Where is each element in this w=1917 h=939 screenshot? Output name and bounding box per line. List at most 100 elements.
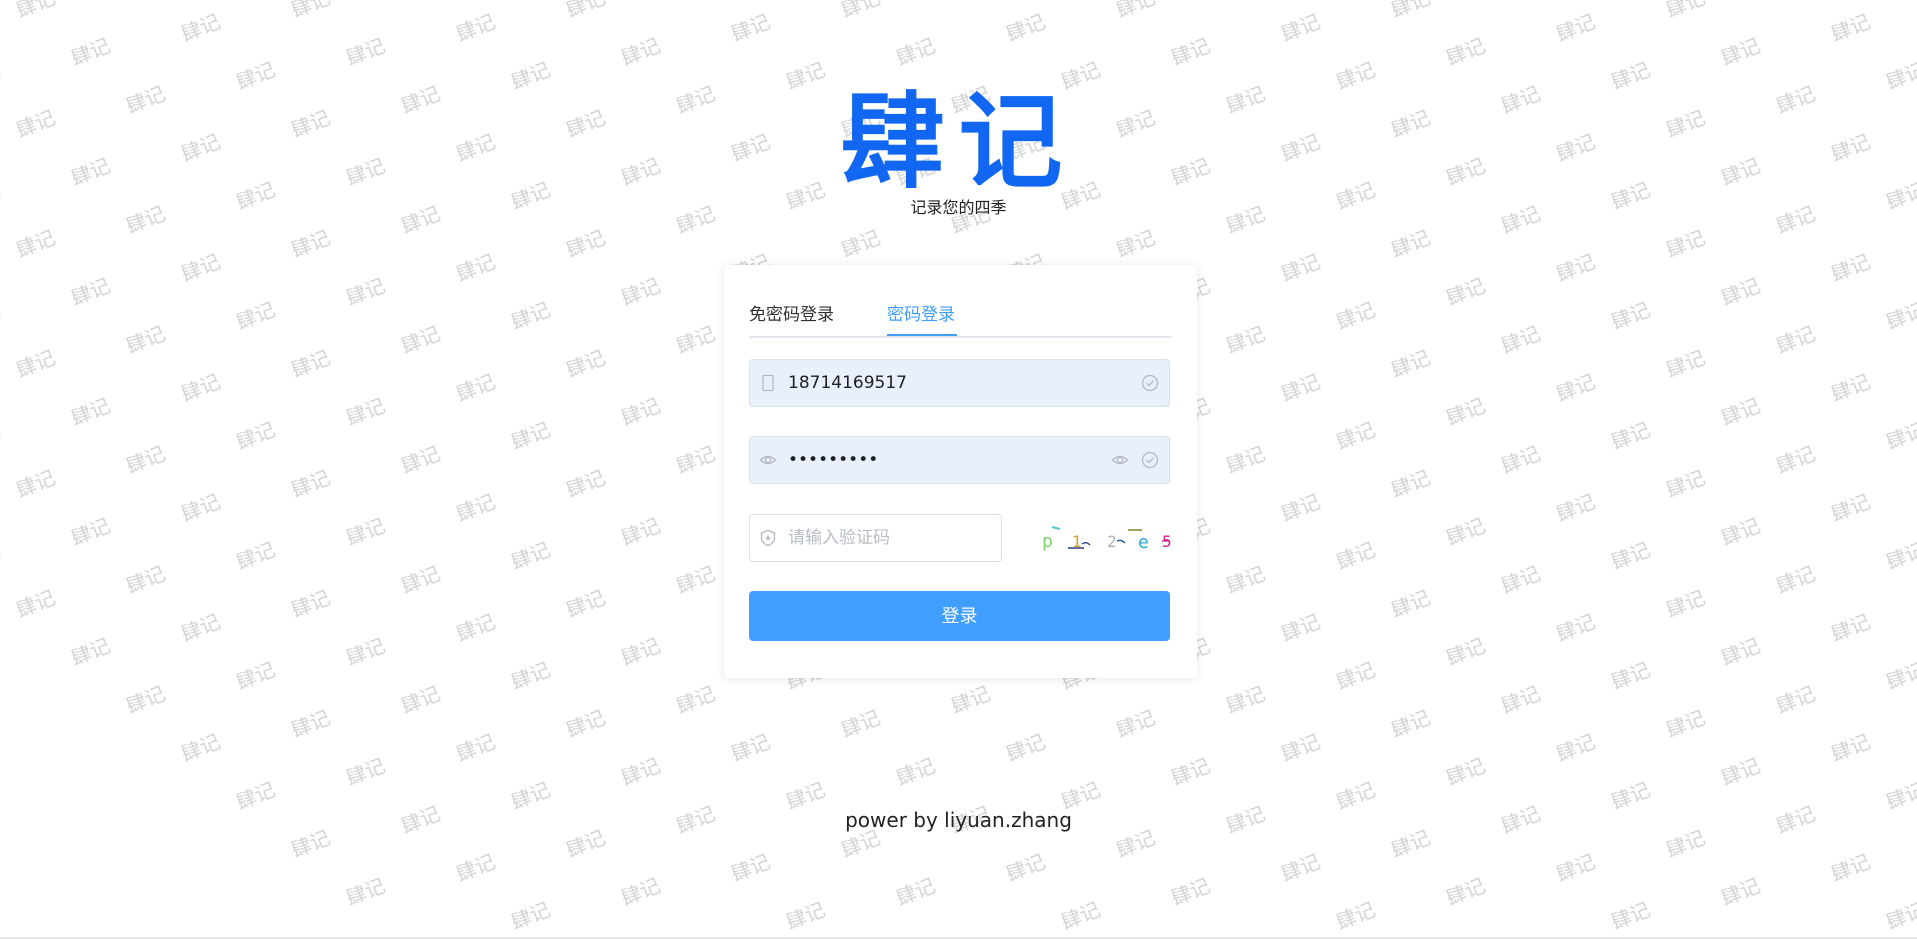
- watermark-text: 肆记: [837, 705, 884, 743]
- watermark-text: 肆记: [342, 33, 389, 71]
- password-field[interactable]: •••••••••: [749, 436, 1170, 484]
- watermark-text: 肆记: [452, 249, 499, 287]
- watermark-text: 肆记: [1717, 393, 1764, 431]
- watermark-text: 肆记: [1442, 513, 1489, 551]
- watermark-text: 肆记: [892, 33, 939, 71]
- watermark-text: 肆记: [0, 417, 4, 455]
- watermark-text: 肆记: [232, 417, 279, 455]
- watermark-text: 肆记: [1552, 249, 1599, 287]
- watermark-text: 肆记: [1662, 0, 1709, 23]
- login-button[interactable]: 登录: [749, 591, 1170, 641]
- watermark-text: 肆记: [1662, 465, 1709, 503]
- watermark-text: 肆记: [1772, 321, 1819, 359]
- svg-text:e: e: [1138, 532, 1149, 553]
- watermark-text: 肆记: [177, 249, 224, 287]
- watermark-text: 肆记: [1827, 729, 1874, 767]
- watermark-text: 肆记: [1002, 849, 1049, 887]
- watermark-text: 肆记: [452, 489, 499, 527]
- watermark-text: 肆记: [67, 393, 114, 431]
- check-circle-icon: [1141, 451, 1159, 469]
- watermark-text: 肆记: [0, 297, 4, 335]
- eye-icon: [759, 455, 777, 465]
- watermark-text: 肆记: [1882, 417, 1917, 455]
- watermark-text: 肆记: [342, 873, 389, 911]
- watermark-text: 肆记: [1717, 513, 1764, 551]
- watermark-text: 肆记: [1717, 273, 1764, 311]
- footer-credit: power by liyuan.zhang: [845, 808, 1072, 832]
- watermark-text: 肆记: [672, 441, 719, 479]
- watermark-text: 肆记: [1442, 873, 1489, 911]
- watermark-text: 肆记: [287, 705, 334, 743]
- watermark-text: 肆记: [837, 0, 884, 23]
- watermark-text: 肆记: [1662, 225, 1709, 263]
- watermark-text: 肆记: [177, 729, 224, 767]
- watermark-text: 肆记: [0, 537, 4, 575]
- watermark-text: 肆记: [1222, 321, 1269, 359]
- watermark-text: 肆记: [1442, 633, 1489, 671]
- watermark-text: 肆记: [177, 9, 224, 47]
- watermark-text: 肆记: [1277, 729, 1324, 767]
- watermark-text: 肆记: [1387, 585, 1434, 623]
- watermark-text: 肆记: [1332, 297, 1379, 335]
- captcha-image[interactable]: p 1 2 e 5: [1038, 517, 1174, 559]
- watermark-text: 肆记: [12, 0, 59, 23]
- watermark-text: 肆记: [672, 561, 719, 599]
- watermark-text: 肆记: [177, 609, 224, 647]
- watermark-text: 肆记: [1387, 465, 1434, 503]
- watermark-text: 肆记: [342, 273, 389, 311]
- captcha-field[interactable]: 请输入验证码: [749, 514, 1002, 562]
- password-value: •••••••••: [788, 450, 879, 470]
- watermark-text: 肆记: [1552, 609, 1599, 647]
- watermark-text: 肆记: [1827, 369, 1874, 407]
- watermark-text: 肆记: [1002, 9, 1049, 47]
- watermark-text: 肆记: [672, 321, 719, 359]
- tab-passwordless-login[interactable]: 免密码登录: [749, 303, 834, 327]
- watermark-text: 肆记: [947, 681, 994, 719]
- watermark-text: 肆记: [452, 849, 499, 887]
- watermark-text: 肆记: [287, 585, 334, 623]
- watermark-text: 肆记: [287, 225, 334, 263]
- watermark-text: 肆记: [617, 513, 664, 551]
- watermark-text: 肆记: [617, 273, 664, 311]
- watermark-text: 肆记: [727, 9, 774, 47]
- phone-field[interactable]: 18714169517: [749, 359, 1170, 407]
- watermark-text: 肆记: [1827, 9, 1874, 47]
- watermark-text: 肆记: [892, 753, 939, 791]
- watermark-text: 肆记: [1387, 0, 1434, 23]
- watermark-text: 肆记: [67, 513, 114, 551]
- watermark-text: 肆记: [1442, 273, 1489, 311]
- watermark-text: 肆记: [1222, 561, 1269, 599]
- watermark-text: 肆记: [177, 489, 224, 527]
- phone-value: 18714169517: [788, 373, 907, 393]
- watermark-text: 肆记: [342, 393, 389, 431]
- watermark-text: 肆记: [1882, 897, 1917, 935]
- watermark-text: 肆记: [287, 0, 334, 23]
- watermark-text: 肆记: [1277, 9, 1324, 47]
- watermark-text: 肆记: [1607, 537, 1654, 575]
- watermark-text: 肆记: [1552, 729, 1599, 767]
- watermark-text: 肆记: [397, 681, 444, 719]
- watermark-text: 肆记: [12, 465, 59, 503]
- watermark-text: 肆记: [12, 345, 59, 383]
- watermark-text: 肆记: [397, 561, 444, 599]
- watermark-text: 肆记: [562, 225, 609, 263]
- watermark-text: 肆记: [1222, 441, 1269, 479]
- check-circle-icon: [1141, 374, 1159, 392]
- tab-password-login[interactable]: 密码登录: [887, 303, 955, 327]
- watermark-text: 肆记: [1167, 873, 1214, 911]
- mobile-icon: [762, 374, 774, 392]
- watermark-text: 肆记: [1167, 33, 1214, 71]
- watermark-text: 肆记: [562, 345, 609, 383]
- watermark-text: 肆记: [1552, 9, 1599, 47]
- watermark-text: 肆记: [1167, 753, 1214, 791]
- watermark-text: 肆记: [342, 753, 389, 791]
- watermark-text: 肆记: [1222, 681, 1269, 719]
- watermark-text: 肆记: [122, 561, 169, 599]
- watermark-text: 肆记: [562, 585, 609, 623]
- watermark-text: 肆记: [1442, 393, 1489, 431]
- show-password-eye-icon[interactable]: [1111, 451, 1129, 469]
- watermark-text: 肆记: [1717, 873, 1764, 911]
- watermark-text: 肆记: [1662, 345, 1709, 383]
- svg-text:p: p: [1042, 531, 1053, 552]
- login-card: 免密码登录 密码登录 18714169517 ••••••••• 请输入验证码 …: [724, 265, 1197, 678]
